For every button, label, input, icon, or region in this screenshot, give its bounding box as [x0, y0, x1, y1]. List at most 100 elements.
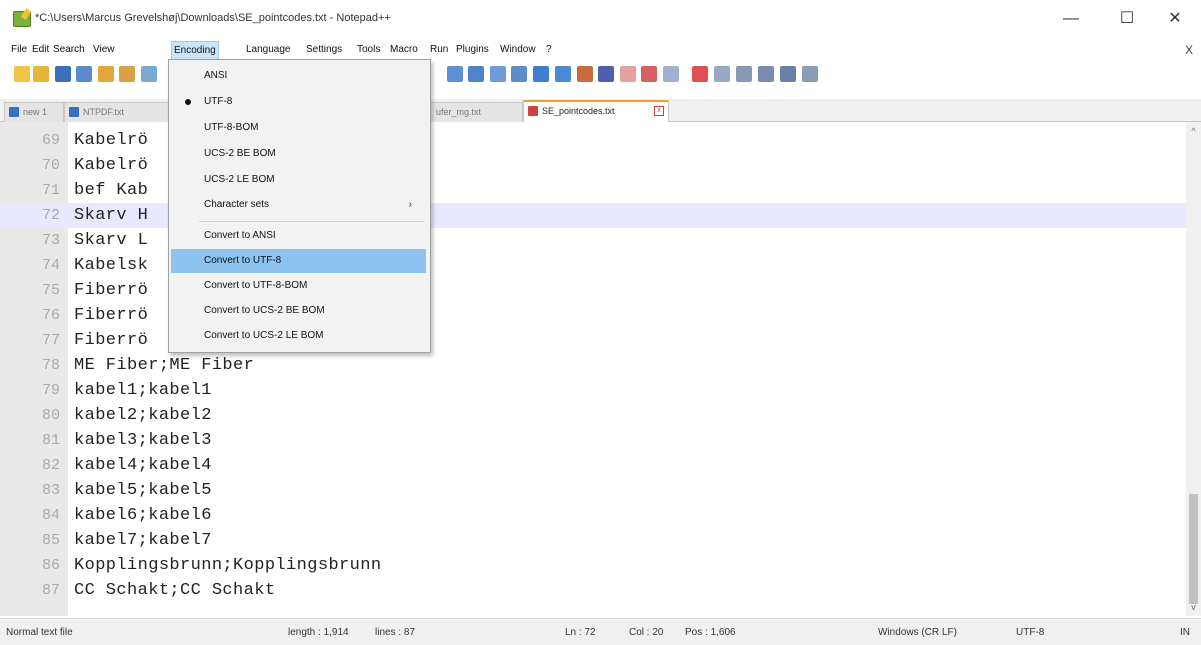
find-icon[interactable] [447, 66, 463, 82]
radio-checked-icon [185, 99, 191, 105]
line-number: 75 [41, 282, 60, 299]
print-icon[interactable] [141, 66, 157, 82]
menu-item-convert-ansi[interactable]: Convert to ANSI [171, 224, 426, 248]
menu-tools[interactable]: Tools [357, 44, 380, 55]
run-macro-multiple-icon[interactable] [736, 66, 752, 82]
save-macro-icon[interactable] [758, 66, 774, 82]
maximize-button[interactable]: ☐ [1112, 6, 1142, 32]
record-macro-icon[interactable] [663, 66, 679, 82]
editor-line[interactable]: 83 kabel5;kabel5 [0, 478, 1186, 503]
udl-icon[interactable] [555, 66, 571, 82]
saved-file-icon [9, 107, 19, 117]
editor-line[interactable]: 87 CC Schakt;CC Schakt [0, 578, 1186, 603]
menu-macro[interactable]: Macro [390, 44, 418, 55]
menu-item-ucs2-be-bom[interactable]: UCS-2 BE BOM [171, 142, 426, 166]
vertical-scrollbar[interactable]: ^ v [1186, 122, 1201, 616]
line-text[interactable]: Kabelrö [74, 153, 148, 178]
line-text[interactable]: kabel4;kabel4 [74, 453, 212, 478]
close-all-icon[interactable] [119, 66, 135, 82]
minimize-button[interactable]: — [1056, 6, 1086, 32]
monitor-icon[interactable] [641, 66, 657, 82]
tab-ufer[interactable]: ufer_mg.txt [429, 102, 523, 122]
open-file-icon[interactable] [33, 66, 49, 82]
scroll-down-icon[interactable]: v [1186, 602, 1201, 612]
editor-line[interactable]: 81 kabel3;kabel3 [0, 428, 1186, 453]
scroll-thumb[interactable] [1189, 494, 1198, 604]
editor-line[interactable]: 78 ME Fiber;ME Fiber [0, 353, 1186, 378]
menu-item-convert-ucs2-be-bom[interactable]: Convert to UCS-2 BE BOM [171, 299, 426, 323]
line-text[interactable]: kabel5;kabel5 [74, 478, 212, 503]
scroll-up-icon[interactable]: ^ [1186, 126, 1201, 136]
menu-item-convert-ucs2-le-bom[interactable]: Convert to UCS-2 LE BOM [171, 324, 426, 348]
status-pos: Pos : 1,606 [685, 627, 736, 638]
line-text[interactable]: Fiberrö [74, 328, 148, 353]
line-text[interactable]: kabel1;kabel1 [74, 378, 212, 403]
editor-line[interactable]: 85 kabel7;kabel7 [0, 528, 1186, 553]
menu-window[interactable]: Window [500, 44, 536, 55]
menu-plugins[interactable]: Plugins [456, 44, 489, 55]
menu-item-character-sets[interactable]: Character sets › [171, 193, 426, 217]
menu-file[interactable]: File [11, 44, 27, 55]
menu-item-utf8[interactable]: UTF-8 [171, 90, 426, 114]
status-bar: Normal text file length : 1,914 lines : … [0, 618, 1201, 645]
tab-se-pointcodes[interactable]: SE_pointcodes.txt x [523, 100, 669, 123]
close-button[interactable]: ✕ [1160, 6, 1190, 32]
function-list-icon[interactable] [598, 66, 614, 82]
line-text[interactable]: Kabelrö [74, 128, 148, 153]
tab-ntpdf[interactable]: NTPDF.txt [64, 102, 170, 122]
line-text[interactable]: kabel2;kabel2 [74, 403, 212, 428]
menu-run[interactable]: Run [430, 44, 448, 55]
line-text[interactable]: CC Schakt;CC Schakt [74, 578, 275, 603]
menu-search[interactable]: Search [53, 44, 85, 55]
line-text[interactable]: Skarv H [74, 203, 148, 228]
extra-tool-icon[interactable] [802, 66, 818, 82]
editor-line[interactable]: 82 kabel4;kabel4 [0, 453, 1186, 478]
menu-help[interactable]: ? [546, 44, 552, 55]
menu-item-ucs2-le-bom[interactable]: UCS-2 LE BOM [171, 168, 426, 192]
close-document-icon[interactable]: X [1185, 43, 1193, 57]
indent-guide-icon[interactable] [533, 66, 549, 82]
replace-icon[interactable] [468, 66, 484, 82]
menu-language[interactable]: Language [246, 44, 291, 55]
folder-workspace-icon[interactable] [620, 66, 636, 82]
line-number: 70 [41, 157, 60, 174]
notepadpp-icon [13, 11, 31, 27]
line-text[interactable]: Kabelsk [74, 253, 148, 278]
menu-item-convert-utf8[interactable]: Convert to UTF-8 [171, 249, 426, 273]
menu-item-utf8-bom[interactable]: UTF-8-BOM [171, 116, 426, 140]
tab-new-1[interactable]: new 1 [4, 102, 64, 122]
line-text[interactable]: bef Kab [74, 178, 148, 203]
menu-item-convert-utf8-bom[interactable]: Convert to UTF-8-BOM [171, 274, 426, 298]
wrap-icon[interactable] [490, 66, 506, 82]
menu-edit[interactable]: Edit [32, 44, 49, 55]
spell-check-icon[interactable] [780, 66, 796, 82]
line-number: 82 [41, 457, 60, 474]
line-text[interactable]: kabel7;kabel7 [74, 528, 212, 553]
line-text[interactable]: kabel6;kabel6 [74, 503, 212, 528]
show-all-chars-icon[interactable] [511, 66, 527, 82]
menu-item-ansi[interactable]: ANSI [171, 64, 426, 88]
line-text[interactable]: Fiberrö [74, 303, 148, 328]
editor-line[interactable]: 80 kabel2;kabel2 [0, 403, 1186, 428]
line-text[interactable]: Skarv L [74, 228, 148, 253]
menu-view[interactable]: View [93, 44, 115, 55]
playback-icon[interactable] [714, 66, 730, 82]
line-text[interactable]: kabel3;kabel3 [74, 428, 212, 453]
line-number: 80 [41, 407, 60, 424]
tab-close-icon[interactable]: x [654, 106, 664, 116]
menu-settings[interactable]: Settings [306, 44, 342, 55]
save-icon[interactable] [55, 66, 71, 82]
new-file-icon[interactable] [14, 66, 30, 82]
editor-line[interactable]: 79 kabel1;kabel1 [0, 378, 1186, 403]
line-text[interactable]: ME Fiber;ME Fiber [74, 353, 254, 378]
close-file-icon[interactable] [98, 66, 114, 82]
stop-record-icon[interactable] [692, 66, 708, 82]
save-all-icon[interactable] [76, 66, 92, 82]
editor-line[interactable]: 86 Kopplingsbrunn;Kopplingsbrunn [0, 553, 1186, 578]
line-number: 86 [41, 557, 60, 574]
doc-map-icon[interactable] [577, 66, 593, 82]
status-eol: Windows (CR LF) [878, 627, 957, 638]
editor-line[interactable]: 84 kabel6;kabel6 [0, 503, 1186, 528]
menu-encoding[interactable]: Encoding [171, 41, 219, 60]
line-text[interactable]: Kopplingsbrunn;Kopplingsbrunn [74, 553, 381, 578]
